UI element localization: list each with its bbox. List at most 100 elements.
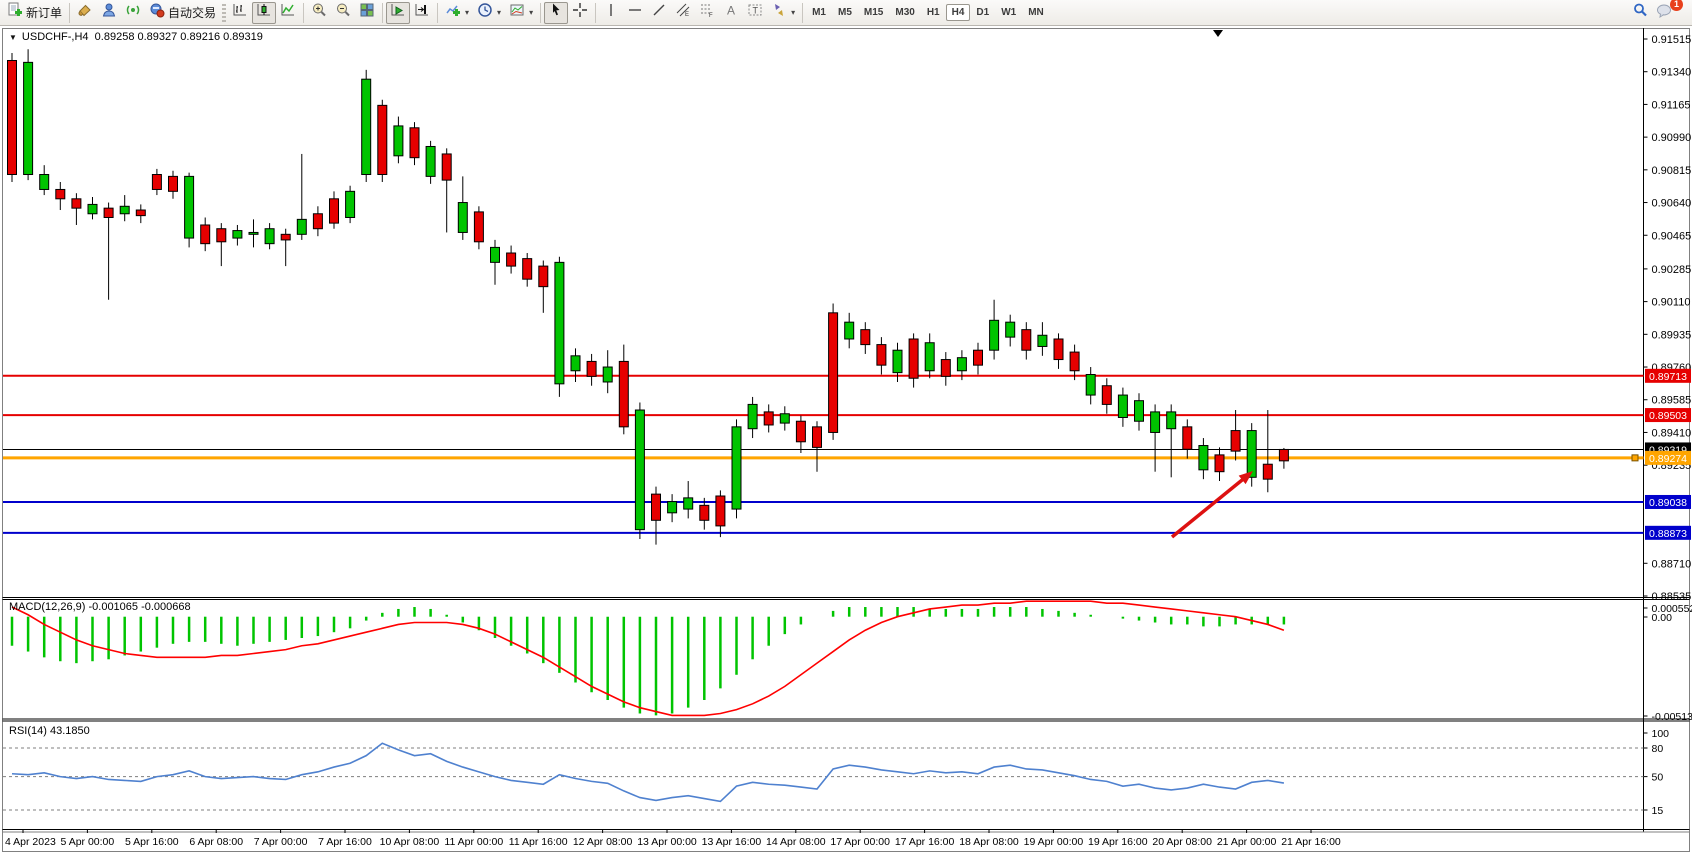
tf-m5-button[interactable]: M5 <box>832 4 858 21</box>
channel-tool-button[interactable]: E <box>671 2 695 24</box>
candle <box>990 320 999 350</box>
text-label-icon: T <box>747 2 763 23</box>
candle <box>619 361 628 426</box>
candle <box>72 199 81 208</box>
tf-mn-button[interactable]: MN <box>1022 4 1050 21</box>
zoom-out-icon <box>335 2 351 23</box>
tf-h4-button[interactable]: H4 <box>946 4 971 21</box>
candle <box>136 210 145 216</box>
arrows-tool-button[interactable]: ▾ <box>767 2 799 24</box>
fibonacci-icon: F <box>699 2 715 23</box>
chart-expand-icon[interactable]: ▼ <box>9 33 17 42</box>
candle <box>152 175 161 190</box>
text-tool-button[interactable]: A <box>719 2 743 24</box>
tf-h1-button[interactable]: H1 <box>921 4 946 21</box>
date-label: 7 Apr 16:00 <box>318 836 372 848</box>
line-chart-button[interactable] <box>276 2 300 24</box>
candle <box>635 410 644 530</box>
cursor-tool-button[interactable] <box>544 2 568 24</box>
price-tick-label: 0.90285 <box>1652 264 1692 276</box>
notifications-button[interactable]: 1 <box>1652 2 1678 24</box>
rsi-indicator-label: RSI(14) 43.1850 <box>9 725 90 737</box>
tile-windows-button[interactable] <box>355 2 379 24</box>
horizontal-line-tool-button[interactable] <box>623 2 647 24</box>
profile-button[interactable] <box>97 2 121 24</box>
date-label: 5 Apr 16:00 <box>125 836 179 848</box>
vertical-line-tool-button[interactable] <box>599 2 623 24</box>
date-label: 13 Apr 16:00 <box>702 836 762 848</box>
candle <box>249 232 258 234</box>
candle <box>1279 449 1288 460</box>
candle <box>813 427 822 448</box>
candle <box>1086 375 1095 396</box>
svg-text:T: T <box>753 6 759 16</box>
candle <box>88 204 97 213</box>
candle <box>764 412 773 425</box>
trendline-tool-button[interactable] <box>647 2 671 24</box>
candle <box>394 126 403 156</box>
date-label: 18 Apr 08:00 <box>959 836 1019 848</box>
periods-button[interactable]: ▾ <box>473 2 505 24</box>
date-label: 11 Apr 00:00 <box>444 836 503 848</box>
candle <box>893 350 902 372</box>
zoom-in-button[interactable] <box>307 2 331 24</box>
text-label-tool-button[interactable]: T <box>743 2 767 24</box>
date-label: 13 Apr 00:00 <box>637 836 697 848</box>
candlestick-chart-button[interactable] <box>252 2 276 24</box>
candle <box>974 350 983 365</box>
candle <box>1151 412 1160 433</box>
candle <box>1038 335 1047 346</box>
candle <box>1118 395 1127 417</box>
candle <box>56 189 65 198</box>
hline-handle[interactable] <box>1632 455 1638 461</box>
candle <box>571 356 580 371</box>
date-label: 17 Apr 16:00 <box>895 836 955 848</box>
profile-person-icon <box>101 2 117 23</box>
rsi-name: RSI(14) <box>9 725 47 737</box>
tf-m1-button[interactable]: M1 <box>806 4 832 21</box>
zoom-out-button[interactable] <box>331 2 355 24</box>
clock-icon <box>477 2 493 23</box>
candle <box>1006 322 1015 337</box>
toolbar: 新订单 自动交易 ▾ ▾ ▾ E F A T ▾ M1 M5 M15 M30 H… <box>0 0 1692 26</box>
candle <box>1215 455 1224 472</box>
signal-button[interactable] <box>121 2 145 24</box>
indicators-button[interactable]: ▾ <box>441 2 473 24</box>
macd-axis-label: -0.00513 <box>1652 711 1692 723</box>
fibonacci-tool-button[interactable]: F <box>695 2 719 24</box>
tf-m30-button[interactable]: M30 <box>889 4 920 21</box>
chart-canvas[interactable]: 0.915150.913400.911650.909900.908150.906… <box>0 0 1692 854</box>
price-tick-label: 0.89410 <box>1652 427 1692 439</box>
styler-button[interactable] <box>73 2 97 24</box>
candle <box>748 404 757 428</box>
bar-chart-icon <box>232 2 248 23</box>
tf-w1-button[interactable]: W1 <box>995 4 1022 21</box>
autotrade-button[interactable]: 自动交易 <box>145 2 220 24</box>
date-label: 5 Apr 00:00 <box>61 836 115 848</box>
auto-scroll-icon <box>390 2 406 23</box>
candle <box>1183 427 1192 449</box>
candle <box>539 266 548 287</box>
candle <box>185 176 194 238</box>
new-order-button[interactable]: 新订单 <box>3 2 66 24</box>
chart-shift-button[interactable] <box>410 2 434 24</box>
crosshair-tool-button[interactable] <box>568 2 592 24</box>
tf-m15-button[interactable]: M15 <box>858 4 889 21</box>
candle <box>1135 401 1144 422</box>
auto-scroll-button[interactable] <box>386 2 410 24</box>
bar-chart-button[interactable] <box>228 2 252 24</box>
rsi-value: 43.1850 <box>50 725 90 737</box>
date-label: 21 Apr 00:00 <box>1217 836 1277 848</box>
search-button[interactable] <box>1628 2 1652 24</box>
tf-d1-button[interactable]: D1 <box>970 4 995 21</box>
rsi-axis-label: 80 <box>1652 743 1664 755</box>
candle <box>925 343 934 371</box>
date-label: 17 Apr 00:00 <box>830 836 890 848</box>
candle <box>233 231 242 238</box>
date-label: 20 Apr 08:00 <box>1152 836 1212 848</box>
candle <box>265 229 274 244</box>
candle <box>458 203 467 233</box>
new-order-icon <box>7 2 23 23</box>
templates-button[interactable]: ▾ <box>505 2 537 24</box>
templates-caret-icon: ▾ <box>529 8 533 17</box>
